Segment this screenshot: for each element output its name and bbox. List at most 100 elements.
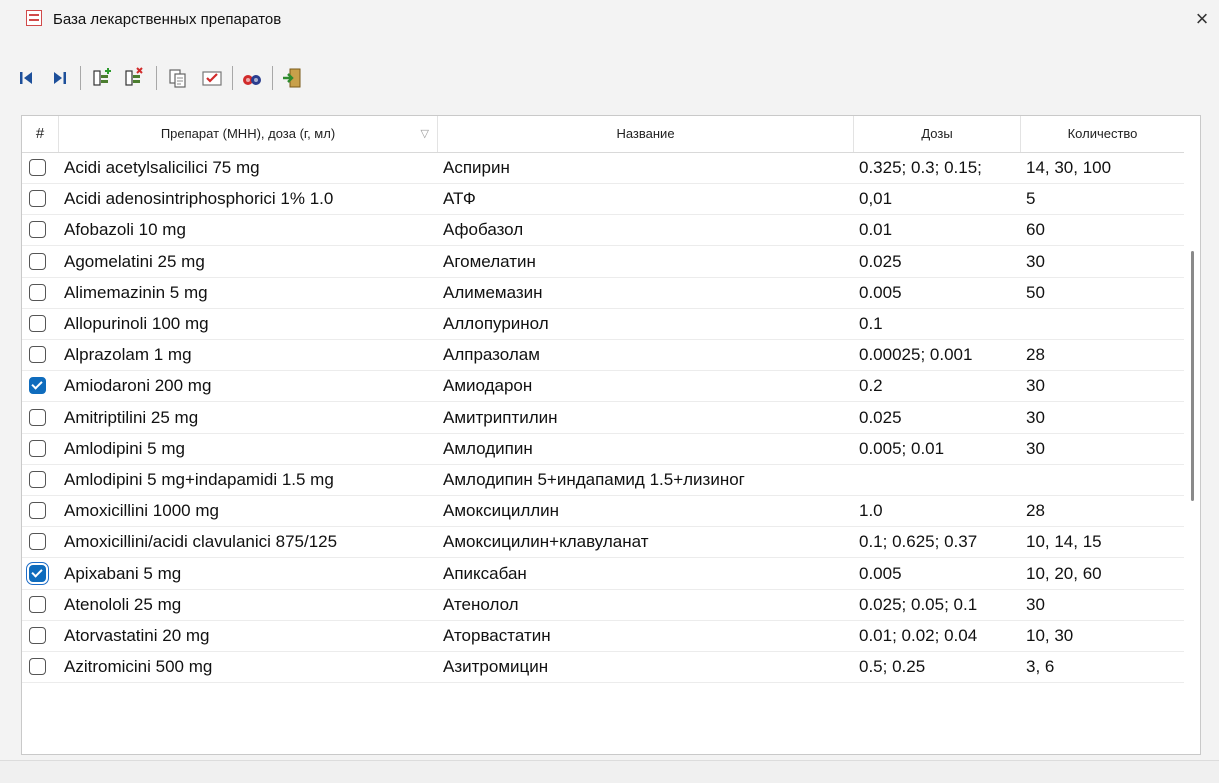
cell-drug[interactable]: Acidi acetylsalicilici 75 mg bbox=[59, 152, 438, 183]
row-checkbox[interactable] bbox=[29, 315, 46, 332]
row-checkbox[interactable] bbox=[29, 502, 46, 520]
first-record-icon[interactable] bbox=[14, 66, 38, 90]
header-quantity[interactable]: Количество bbox=[1021, 116, 1184, 152]
row-checkbox[interactable] bbox=[26, 561, 49, 585]
cell-doses[interactable]: 0.005; 0.01 bbox=[854, 433, 1021, 464]
cell-quantity[interactable]: 30 bbox=[1021, 402, 1184, 433]
cell-drug[interactable]: Alprazolam 1 mg bbox=[59, 339, 438, 370]
cell-doses[interactable]: 0.005 bbox=[854, 277, 1021, 308]
cell-quantity[interactable]: 10, 30 bbox=[1021, 620, 1184, 651]
cell-quantity[interactable]: 14, 30, 100 bbox=[1021, 152, 1184, 183]
header-drug[interactable]: Препарат (МНН), доза (г, мл) ▽ bbox=[59, 116, 438, 152]
cell-doses[interactable]: 0.025; 0.05; 0.1 bbox=[854, 589, 1021, 620]
cell-drug[interactable]: Amitriptilini 25 mg bbox=[59, 402, 438, 433]
row-checkbox[interactable] bbox=[29, 377, 46, 395]
edit-check-icon[interactable] bbox=[200, 66, 224, 90]
cell-name[interactable]: Агомелатин bbox=[438, 246, 854, 277]
cell-drug[interactable]: Allopurinoli 100 mg bbox=[59, 308, 438, 339]
cell-name[interactable]: Алимемазин bbox=[438, 277, 854, 308]
table-row[interactable]: Alprazolam 1 mg Алпразолам 0.00025; 0.001 2… bbox=[22, 339, 1184, 372]
cell-doses[interactable] bbox=[854, 464, 1021, 495]
cell-quantity[interactable]: 5 bbox=[1021, 183, 1184, 214]
cell-doses[interactable]: 0.5; 0.25 bbox=[854, 651, 1021, 682]
vertical-scrollbar[interactable] bbox=[1184, 116, 1200, 754]
table-row[interactable]: Agomelatini 25 mg Агомелатин 0.025 30 bbox=[22, 246, 1184, 278]
cell-drug[interactable]: Apixabani 5 mg bbox=[59, 558, 438, 589]
table-row[interactable]: Amoxicillini/acidi clavulanici 875/125 Ам… bbox=[22, 526, 1184, 559]
cell-drug[interactable]: Amlodipini 5 mg bbox=[59, 433, 438, 464]
row-checkbox[interactable] bbox=[29, 159, 46, 176]
row-checkbox[interactable] bbox=[29, 627, 46, 644]
table-row[interactable]: Amitriptilini 25 mg Амитриптилин 0.025 30 bbox=[22, 402, 1184, 434]
cell-doses[interactable]: 0.01 bbox=[854, 214, 1021, 245]
cell-quantity[interactable]: 60 bbox=[1021, 214, 1184, 245]
cell-name[interactable]: Аторвастатин bbox=[438, 620, 854, 651]
table-row[interactable]: Amlodipini 5 mg Амлодипин 0.005; 0.01 30 bbox=[22, 433, 1184, 465]
table-row[interactable]: Allopurinoli 100 mg Аллопуринол 0.1 bbox=[22, 308, 1184, 340]
close-button[interactable]: × bbox=[1186, 2, 1218, 36]
cell-drug[interactable]: Amlodipini 5 mg+indapamidi 1.5 mg bbox=[59, 464, 438, 495]
cell-drug[interactable]: Amoxicillini/acidi clavulanici 875/125 bbox=[59, 526, 438, 557]
cell-drug[interactable]: Alimemazinin 5 mg bbox=[59, 277, 438, 308]
cell-drug[interactable]: Azitromicini 500 mg bbox=[59, 651, 438, 682]
cell-drug[interactable]: Acidi adenosintriphosphorici 1% 1.0 bbox=[59, 183, 438, 214]
row-checkbox[interactable] bbox=[29, 471, 46, 488]
cell-doses[interactable]: 0.025 bbox=[854, 402, 1021, 433]
cell-doses[interactable]: 0.325; 0.3; 0.15; bbox=[854, 152, 1021, 183]
header-doses[interactable]: Дозы bbox=[854, 116, 1021, 152]
table-row[interactable]: Amlodipini 5 mg+indapamidi 1.5 mg Амлодип… bbox=[22, 464, 1184, 496]
cell-quantity[interactable] bbox=[1021, 464, 1184, 495]
table-row[interactable]: Afobazoli 10 mg Афобазол 0.01 60 bbox=[22, 214, 1184, 247]
copy-icon[interactable] bbox=[166, 66, 190, 90]
cell-drug[interactable]: Atorvastatini 20 mg bbox=[59, 620, 438, 651]
cell-drug[interactable]: Amoxicillini 1000 mg bbox=[59, 495, 438, 526]
cell-drug[interactable]: Agomelatini 25 mg bbox=[59, 246, 438, 277]
cell-drug[interactable]: Atenololi 25 mg bbox=[59, 589, 438, 620]
row-checkbox[interactable] bbox=[29, 221, 46, 239]
cell-doses[interactable]: 0.025 bbox=[854, 246, 1021, 277]
cell-drug[interactable]: Afobazoli 10 mg bbox=[59, 214, 438, 245]
table-row[interactable]: Alimemazinin 5 mg Алимемазин 0.005 50 bbox=[22, 277, 1184, 309]
cell-quantity[interactable]: 10, 14, 15 bbox=[1021, 526, 1184, 557]
table-row[interactable]: Atorvastatini 20 mg Аторвастатин 0.01; 0.0… bbox=[22, 620, 1184, 652]
table-row[interactable]: Apixabani 5 mg Апиксабан 0.005 10, 20, 60 bbox=[22, 558, 1184, 590]
cell-name[interactable]: Амоксициллин bbox=[438, 495, 854, 526]
cell-name[interactable]: АТФ bbox=[438, 183, 854, 214]
search-icon[interactable] bbox=[240, 66, 264, 90]
cell-name[interactable]: Амитриптилин bbox=[438, 402, 854, 433]
cell-name[interactable]: Апиксабан bbox=[438, 558, 854, 589]
cell-name[interactable]: Амлодипин bbox=[438, 433, 854, 464]
cell-doses[interactable]: 0.1 bbox=[854, 308, 1021, 339]
row-checkbox[interactable] bbox=[29, 346, 46, 364]
cell-name[interactable]: Афобазол bbox=[438, 214, 854, 245]
cell-name[interactable]: Амиодарон bbox=[438, 370, 854, 401]
cell-quantity[interactable]: 30 bbox=[1021, 246, 1184, 277]
cell-quantity[interactable]: 30 bbox=[1021, 433, 1184, 464]
row-checkbox[interactable] bbox=[29, 533, 46, 551]
cell-doses[interactable]: 0.00025; 0.001 bbox=[854, 339, 1021, 370]
row-checkbox[interactable] bbox=[29, 190, 46, 208]
row-checkbox[interactable] bbox=[29, 408, 46, 426]
cell-drug[interactable]: Amiodaroni 200 mg bbox=[59, 370, 438, 401]
row-checkbox[interactable] bbox=[29, 439, 46, 457]
table-row[interactable]: Amoxicillini 1000 mg Амоксициллин 1.0 28 bbox=[22, 495, 1184, 528]
cell-quantity[interactable]: 10, 20, 60 bbox=[1021, 558, 1184, 589]
row-checkbox[interactable] bbox=[29, 595, 46, 613]
cell-quantity[interactable]: 3, 6 bbox=[1021, 651, 1184, 682]
cell-name[interactable]: Аспирин bbox=[438, 152, 854, 183]
cell-quantity[interactable] bbox=[1021, 308, 1184, 339]
cell-name[interactable]: Амоксицилин+клавуланат bbox=[438, 526, 854, 557]
cell-quantity[interactable]: 28 bbox=[1021, 339, 1184, 370]
table-row[interactable]: Atenololi 25 mg Атенолол 0.025; 0.05; 0.1 3… bbox=[22, 589, 1184, 621]
table-row[interactable]: Acidi acetylsalicilici 75 mg Аспирин 0.325… bbox=[22, 152, 1184, 184]
row-checkbox[interactable] bbox=[29, 658, 46, 676]
cell-name[interactable]: Амлодипин 5+индапамид 1.5+лизиног bbox=[438, 464, 854, 495]
cell-doses[interactable]: 0,01 bbox=[854, 183, 1021, 214]
cell-quantity[interactable]: 30 bbox=[1021, 370, 1184, 401]
last-record-icon[interactable] bbox=[48, 66, 72, 90]
cell-quantity[interactable]: 28 bbox=[1021, 495, 1184, 526]
cell-doses[interactable]: 0.2 bbox=[854, 370, 1021, 401]
cell-doses[interactable]: 0.005 bbox=[854, 558, 1021, 589]
header-name[interactable]: Название bbox=[438, 116, 854, 152]
cell-name[interactable]: Атенолол bbox=[438, 589, 854, 620]
